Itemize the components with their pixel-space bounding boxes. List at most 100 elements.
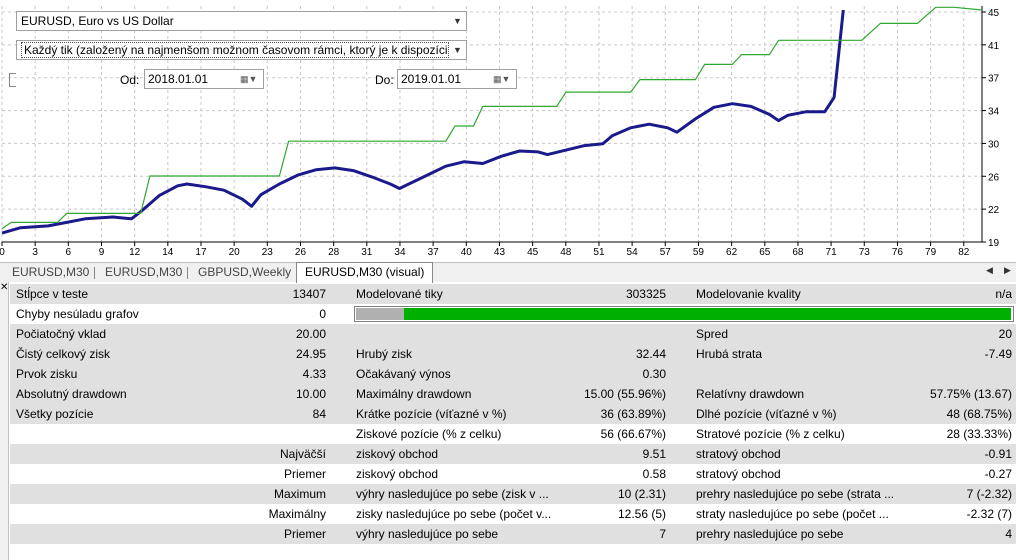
cell-value: 10 (2.31) — [617, 487, 666, 501]
table-row: Maximum výhry nasledujúce po sebe (zisk … — [10, 484, 1016, 504]
cell-value: 28 (33.33%) — [946, 427, 1012, 441]
table-row: Počiatočný vklad 20.00 Spred 20 — [10, 324, 1016, 344]
cell-label: Maximum — [273, 487, 326, 501]
tab-eurusd-m30-1[interactable]: EURUSD,M30 — [4, 263, 97, 282]
cell-value: 7 (-2.32) — [966, 487, 1012, 501]
cell-value: 84 — [312, 407, 326, 421]
cell-value: 4 — [1005, 527, 1012, 541]
y-tick-label: 30 — [988, 139, 1000, 150]
x-tick-label: 17 — [195, 247, 207, 258]
table-row: Všetky pozície 84 Krátke pozície (víťazn… — [10, 404, 1016, 424]
from-date-picker[interactable]: 2018.01.01 ▦▼ — [144, 69, 264, 89]
y-tick-label: 19 — [988, 238, 1000, 249]
from-date-value: 2018.01.01 — [148, 72, 209, 86]
cell-label: Prvok zisku — [16, 367, 78, 381]
cell-value: -7.49 — [984, 347, 1012, 361]
symbol-select-value: EURUSD, Euro vs US Dollar — [21, 14, 174, 28]
cell-label: Modelovanie kvality — [696, 287, 801, 301]
cell-value: 4.33 — [302, 367, 326, 381]
cell-value: 13407 — [292, 287, 326, 301]
x-tick-label: 9 — [99, 247, 105, 258]
x-tick-label: 82 — [958, 247, 970, 258]
cell-label: Relatívny drawdown — [696, 387, 805, 401]
cell-value: 12.56 (5) — [617, 507, 666, 521]
chevron-down-icon: ▼ — [453, 16, 462, 26]
chart-tab-bar: EURUSD,M30 EURUSD,M30 GBPUSD,Weekly EURU… — [0, 262, 1016, 283]
close-icon[interactable]: ✕ — [0, 283, 8, 293]
cell-label: ziskový obchod — [356, 447, 439, 461]
y-tick-label: 22 — [988, 205, 1000, 216]
x-tick-label: 6 — [66, 247, 72, 258]
quality-bar-unfilled — [356, 308, 404, 320]
x-tick-label: 3 — [32, 247, 38, 258]
panel-side-strip: ✕ — [0, 282, 9, 560]
x-tick-label: 34 — [394, 247, 406, 258]
x-tick-label: 40 — [461, 247, 473, 258]
cell-value: 10.00 — [295, 387, 326, 401]
cell-label: Stratové pozície (% z celku) — [696, 427, 845, 441]
x-tick-label: 43 — [494, 247, 506, 258]
table-row: Maximálny zisky nasledujúce po sebe (poč… — [10, 504, 1016, 524]
cell-label: Priemer — [283, 467, 326, 481]
x-tick-label: 45 — [527, 247, 539, 258]
symbol-select[interactable]: EURUSD, Euro vs US Dollar ▼ — [16, 11, 467, 31]
cell-label: Všetky pozície — [16, 407, 94, 421]
calendar-icon[interactable]: ▦▼ — [493, 72, 513, 86]
x-tick-label: 14 — [162, 247, 174, 258]
tab-gbpusd-weekly[interactable]: GBPUSD,Weekly — [190, 263, 299, 282]
cell-label: straty nasledujúce po sebe (počet ... — [696, 507, 889, 521]
cell-label: Krátke pozície (víťazné v %) — [356, 407, 507, 421]
x-tick-label: 71 — [826, 247, 838, 258]
cell-value: 20 — [998, 327, 1012, 341]
calendar-icon[interactable]: ▦▼ — [240, 72, 260, 86]
cell-value: -0.27 — [984, 467, 1012, 481]
y-tick-label: 45 — [988, 8, 1000, 19]
x-tick-label: 26 — [295, 247, 307, 258]
cell-value: 0.30 — [642, 367, 666, 381]
cell-value: 24.95 — [295, 347, 326, 361]
cell-label: Stĺpce v teste — [16, 287, 89, 301]
table-row: Ziskové pozície (% z celku) 56 (66.67%) … — [10, 424, 1016, 444]
cell-value: 15.00 (55.96%) — [583, 387, 666, 401]
cell-label: prehry nasledujúce po sebe (strata ... — [696, 487, 895, 501]
table-row: Stĺpce v teste 13407 Modelované tiky 303… — [10, 284, 1016, 304]
cell-label: stratový obchod — [696, 467, 781, 481]
table-row: Priemer výhry nasledujúce po sebe 7 preh… — [10, 524, 1016, 544]
scroll-left-icon[interactable]: ◀ — [986, 265, 993, 276]
cell-value: 0.58 — [642, 467, 666, 481]
cell-label: Maximálny drawdown — [356, 387, 472, 401]
cell-value: 57.75% (13.67) — [929, 387, 1012, 401]
cell-label: výhry nasledujúce po sebe (zisk v ... — [356, 487, 549, 501]
cell-label: Maximálny — [268, 507, 326, 521]
cell-value: 56 (66.67%) — [600, 427, 666, 441]
chevron-down-icon: ▼ — [453, 45, 462, 55]
scroll-right-icon[interactable]: ▶ — [1004, 265, 1011, 276]
tab-eurusd-m30-visual[interactable]: EURUSD,M30 (visual) — [296, 262, 434, 283]
cell-label: ziskový obchod — [356, 467, 439, 481]
x-tick-label: 23 — [262, 247, 274, 258]
checkbox-fragment[interactable] — [9, 73, 16, 87]
cell-label: Modelované tiky — [356, 287, 443, 301]
model-select[interactable]: Každý tik (založený na najmenšom možnom … — [16, 40, 467, 60]
cell-label: Počiatočný vklad — [16, 327, 107, 341]
x-tick-label: 62 — [726, 247, 738, 258]
to-date-picker[interactable]: 2019.01.01 ▦▼ — [397, 69, 517, 89]
x-tick-label: 28 — [328, 247, 340, 258]
tab-eurusd-m30-2[interactable]: EURUSD,M30 — [97, 263, 190, 282]
cell-label: Ziskové pozície (% z celku) — [356, 427, 502, 441]
x-tick-label: 31 — [361, 247, 373, 258]
to-label: Do: — [375, 73, 394, 87]
y-tick-label: 41 — [988, 41, 1000, 52]
table-row: Najväčší ziskový obchod 9.51 stratový ob… — [10, 444, 1016, 464]
modelling-quality-bar — [354, 306, 1014, 322]
cell-label: Hrubý zisk — [356, 347, 413, 361]
cell-label: Čistý celkový zisk — [16, 347, 111, 361]
y-tick-label: 37 — [988, 74, 1000, 85]
y-tick-label: 26 — [988, 172, 1000, 183]
tab-separator — [94, 267, 95, 279]
cell-value: n/a — [995, 287, 1012, 301]
cell-label: Spred — [696, 327, 729, 341]
cell-label: Očakávaný výnos — [356, 367, 451, 381]
cell-value: -2.32 (7) — [966, 507, 1012, 521]
quality-bar-fill — [404, 308, 1011, 320]
